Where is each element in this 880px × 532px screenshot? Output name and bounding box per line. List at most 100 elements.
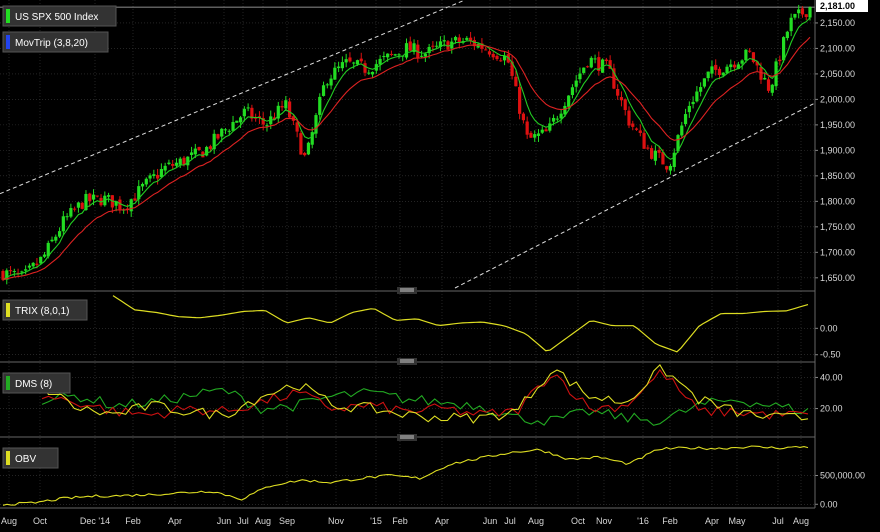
legend-dms[interactable]: DMS (8) xyxy=(2,372,71,394)
x-tick-label: Aug xyxy=(255,516,271,526)
candle-body xyxy=(631,123,635,127)
candle-body xyxy=(521,113,526,121)
candle-body xyxy=(589,57,593,68)
candle-body xyxy=(337,66,341,69)
x-tick-label: Feb xyxy=(662,516,678,526)
panel-resize-handle-2[interactable] xyxy=(397,358,417,365)
candle-body xyxy=(231,122,235,131)
candle-body xyxy=(284,100,288,109)
candle-body xyxy=(732,64,737,68)
x-tick-label: Jun xyxy=(217,516,232,526)
candle-body xyxy=(691,101,695,105)
legend-price-label: US SPX 500 Index xyxy=(15,12,98,23)
candle-body xyxy=(800,8,805,15)
candle-body xyxy=(325,84,329,86)
candle-body xyxy=(593,58,597,60)
panel-resize-handle-3[interactable] xyxy=(397,434,417,441)
candle-body xyxy=(710,66,714,74)
candle-body xyxy=(766,79,771,91)
x-tick-label: Sep xyxy=(279,516,295,526)
candle-body xyxy=(702,78,707,87)
candle-body xyxy=(657,150,661,153)
y-tick-label: 40.00 xyxy=(820,372,843,382)
candle-body xyxy=(306,142,311,155)
candle-body xyxy=(563,105,567,115)
candle-body xyxy=(653,150,657,161)
x-tick-label: Apr xyxy=(168,516,182,526)
candle-body xyxy=(27,265,31,268)
candle-body xyxy=(604,59,608,61)
legend-mov-label: MovTrip (3,8,20) xyxy=(15,38,88,49)
candle-body xyxy=(367,72,371,74)
candle-body xyxy=(57,231,62,237)
x-tick-label: Aug xyxy=(793,516,809,526)
y-tick-label: 1,750.00 xyxy=(820,222,855,232)
panel-resize-handle-1[interactable] xyxy=(397,287,417,294)
y-tick-label: 0.00 xyxy=(820,499,838,509)
candle-body xyxy=(484,49,488,51)
candle-body xyxy=(299,133,303,155)
candle-body xyxy=(487,51,492,55)
candle-body xyxy=(540,129,544,133)
x-tick-label: Jul xyxy=(772,516,784,526)
candle-body xyxy=(423,53,427,57)
candle-body xyxy=(616,88,620,96)
candle-body xyxy=(186,156,190,166)
candle-body xyxy=(344,59,348,63)
candle-body xyxy=(303,152,307,156)
candle-body xyxy=(397,54,401,56)
candle-body xyxy=(570,87,575,96)
candle-body xyxy=(668,165,673,171)
candle-body xyxy=(785,31,789,39)
legend-mov[interactable]: MovTrip (3,8,20) xyxy=(2,31,109,53)
candle-body xyxy=(619,97,624,101)
candle-body xyxy=(280,106,284,108)
candle-body xyxy=(355,60,360,65)
candle-body xyxy=(235,120,239,123)
legend-trix-label: TRIX (8,0,1) xyxy=(15,306,69,317)
last-price-tag: 2,181.00 xyxy=(816,0,868,12)
candle-body xyxy=(171,163,175,166)
x-tick-label: '15 xyxy=(370,516,382,526)
candle-body xyxy=(789,17,793,32)
candle-body xyxy=(525,121,529,135)
candle-body xyxy=(665,166,669,170)
candle-body xyxy=(144,178,148,185)
x-tick-label: Oct xyxy=(571,516,586,526)
x-tick-label: Apr xyxy=(435,516,449,526)
candle-body xyxy=(333,67,337,80)
legend-trix[interactable]: TRIX (8,0,1) xyxy=(2,299,88,321)
legend-obv[interactable]: OBV xyxy=(2,447,59,469)
candle-body xyxy=(699,87,703,92)
candle-body xyxy=(24,269,28,271)
candle-body xyxy=(140,183,145,187)
candle-body xyxy=(352,62,356,64)
candle-body xyxy=(220,128,224,137)
candle-body xyxy=(585,66,590,68)
candle-body xyxy=(80,202,84,209)
stock-chart: 2,150.00 2,100.00 2,050.00 2,000.00 1,950.00… xyxy=(0,0,880,532)
candle-body xyxy=(491,53,495,58)
candle-body xyxy=(567,95,571,107)
candle-body xyxy=(495,55,499,60)
candle-body xyxy=(683,114,688,125)
candle-body xyxy=(574,80,578,87)
candle-body xyxy=(88,193,92,202)
candle-body xyxy=(393,54,397,56)
candle-body xyxy=(748,50,752,52)
candle-body xyxy=(793,13,797,18)
legend-price[interactable]: US SPX 500 Index xyxy=(2,5,117,27)
x-tick-label: Jun xyxy=(483,516,498,526)
x-tick-label: Apr xyxy=(705,516,719,526)
y-tick-label: 1,950.00 xyxy=(820,120,855,130)
candle-body xyxy=(8,270,13,272)
candle-body xyxy=(216,134,220,139)
candle-body xyxy=(514,76,518,87)
candle-body xyxy=(65,216,69,218)
candle-body xyxy=(363,63,367,73)
x-tick-label: Jul xyxy=(504,516,516,526)
candle-body xyxy=(189,152,194,155)
candle-body xyxy=(73,208,77,210)
x-tick-label: Feb xyxy=(392,516,408,526)
candle-body xyxy=(744,49,748,61)
